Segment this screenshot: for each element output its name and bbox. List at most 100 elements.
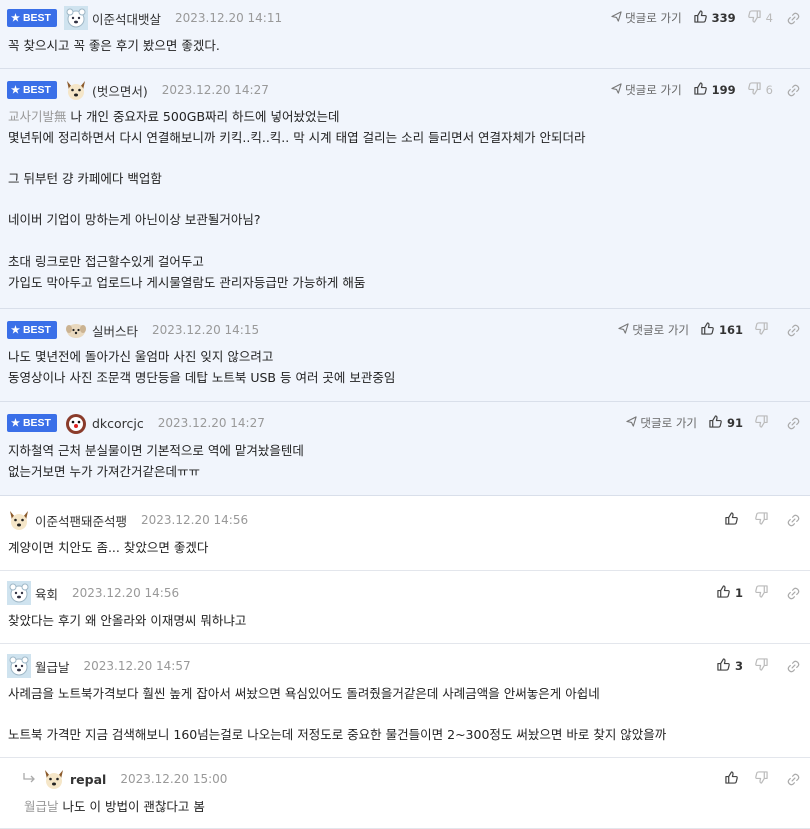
comment-text: 나도 이 방법이 괜찮다고 봄: [62, 799, 205, 814]
upvote-button[interactable]: [725, 771, 743, 787]
comment-item: ★ BEST 이준석대뱃살 2023.12.20 14:11 댓글로 가기 339 4 꼭 찾…: [0, 0, 810, 69]
link-icon[interactable]: [787, 514, 800, 527]
comment-line: 찾았다는 후기 왜 안올라와 이재명씨 뭐하냐고: [8, 611, 246, 632]
go-to-reply-link[interactable]: 댓글로 가기: [611, 82, 682, 98]
thumbs-down-icon: [747, 10, 766, 26]
downvote-count: 6: [765, 83, 773, 97]
go-to-reply-label: 댓글로 가기: [640, 416, 697, 430]
best-badge: ★ BEST: [7, 9, 57, 27]
link-icon[interactable]: [787, 324, 800, 337]
author-nickname[interactable]: repal: [70, 772, 106, 787]
comment-actions: 1: [717, 583, 800, 603]
comment-line: 사례금을 노트북가격보다 훨씬 높게 잡아서 써놨으면 욕심있어도 돌려줬을거같…: [8, 684, 666, 705]
downvote-button[interactable]: 6: [747, 82, 773, 98]
go-to-reply-link[interactable]: 댓글로 가기: [626, 415, 697, 431]
comment-date: 2023.12.20 15:00: [120, 772, 228, 786]
go-to-reply-link[interactable]: 댓글로 가기: [611, 10, 682, 26]
link-icon[interactable]: [787, 660, 800, 673]
comment-actions: 3: [717, 656, 800, 676]
clown-avatar-icon[interactable]: [64, 411, 88, 435]
comment-line: 그 뒤부턴 걍 카페에다 백업함: [8, 169, 586, 190]
dog-avatar-icon[interactable]: [42, 767, 66, 791]
comment-text: 노트북 가격만 지금 검색해보니 160넘는걸로 나오는데 저정도로 중요한 물…: [8, 727, 667, 743]
best-badge: ★ BEST: [7, 81, 57, 99]
thumbs-down-icon: [755, 585, 773, 601]
author-nickname[interactable]: 실버스타: [92, 321, 138, 340]
dog-avatar-icon[interactable]: [7, 508, 31, 532]
comment-date: 2023.12.20 14:27: [161, 83, 269, 97]
comment-body: 찾았다는 후기 왜 안올라와 이재명씨 뭐하냐고: [8, 611, 246, 632]
comment-date: 2023.12.20 14:15: [152, 323, 260, 337]
author-nickname[interactable]: 육회: [35, 584, 58, 603]
thumbs-up-icon: [709, 415, 727, 431]
thumbs-down-icon: [747, 82, 766, 98]
comment-text: 나도 몇년전에 돌아가신 울엄마 사진 잊지 않으려고: [8, 349, 274, 364]
dog-avatar-icon[interactable]: [64, 78, 88, 102]
upvote-count: 339: [711, 11, 736, 25]
upvote-button[interactable]: 1: [717, 585, 743, 601]
polar-bear-avatar-icon[interactable]: [63, 6, 88, 30]
downvote-button[interactable]: [755, 512, 773, 528]
thumbs-up-icon: [701, 322, 719, 338]
thumbs-down-icon: [755, 512, 773, 528]
comment-item: ★ BEST 실버스타 2023.12.20 14:15 댓글로 가기 161 나도 몇년전…: [0, 309, 810, 402]
upvote-count: 161: [718, 323, 743, 337]
author-nickname[interactable]: 월급날: [35, 657, 70, 676]
upvote-button[interactable]: 3: [717, 658, 743, 674]
comment-date: 2023.12.20 14:57: [83, 659, 191, 673]
comment-text: 나 개인 중요자료 500GB짜리 하드에 넣어놨었는데: [70, 109, 340, 124]
comment-header: 이준석팬돼준석팽 2023.12.20 14:56: [7, 510, 248, 530]
comment-text: 꼭 찾으시고 꼭 좋은 후기 봤으면 좋겠다.: [8, 38, 220, 53]
comment-line: [8, 231, 586, 252]
link-icon[interactable]: [787, 84, 800, 97]
polar-bear-avatar-icon[interactable]: [7, 581, 31, 605]
upvote-count: 91: [726, 416, 743, 430]
link-icon[interactable]: [787, 417, 800, 430]
downvote-button[interactable]: [755, 585, 773, 601]
downvote-button[interactable]: 4: [747, 10, 773, 26]
author-nickname[interactable]: (벗으면서): [92, 81, 148, 100]
upvote-button[interactable]: 161: [701, 322, 743, 338]
link-icon[interactable]: [787, 773, 800, 786]
author-nickname[interactable]: dkcorcjc: [92, 416, 144, 431]
upvote-button[interactable]: 199: [693, 82, 736, 98]
upvote-count: 199: [711, 83, 736, 97]
upvote-button[interactable]: [725, 512, 743, 528]
upvote-button[interactable]: 339: [693, 10, 736, 26]
mention-nickname[interactable]: 교사기발無: [8, 109, 67, 124]
downvote-button[interactable]: [755, 415, 773, 431]
comment-item: ★ BEST dkcorcjc 2023.12.20 14:27 댓글로 가기 91 지하철…: [0, 402, 810, 496]
comment-line: 나도 몇년전에 돌아가신 울엄마 사진 잊지 않으려고: [8, 347, 395, 368]
link-icon[interactable]: [787, 12, 800, 25]
polar-bear-avatar-icon[interactable]: [7, 654, 31, 678]
send-icon: [626, 416, 640, 430]
downvote-button[interactable]: [755, 658, 773, 674]
comment-actions: [725, 769, 800, 789]
comment-line: 지하철역 근처 분실물이면 기본적으로 역에 맡겨놨을텐데: [8, 441, 304, 462]
comment-body: 사례금을 노트북가격보다 훨씬 높게 잡아서 써놨으면 욕심있어도 돌려줬을거같…: [8, 684, 666, 746]
thumbs-up-icon: [717, 585, 735, 601]
comment-item: 월급날 2023.12.20 14:57 3 사례금을 노트북가격보다 훨씬 높게 잡…: [0, 644, 810, 758]
comment-text: 네이버 기업이 망하는게 아닌이상 보관될거아님?: [8, 212, 261, 228]
upvote-count: 3: [734, 659, 743, 673]
comment-header: 월급날 2023.12.20 14:57: [7, 654, 191, 678]
comment-actions: [725, 510, 800, 530]
upvote-button[interactable]: 91: [709, 415, 743, 431]
comment-header: ★ BEST 이준석대뱃살 2023.12.20 14:11: [7, 6, 283, 30]
downvote-button[interactable]: [755, 771, 773, 787]
author-nickname[interactable]: 이준석대뱃살: [92, 9, 161, 28]
comment-header: 육회 2023.12.20 14:56: [7, 581, 179, 605]
thumbs-up-icon: [693, 82, 712, 98]
mention-nickname[interactable]: 월급날: [24, 799, 59, 814]
star-icon: ★: [11, 324, 20, 336]
comment-item: ★ BEST (벗으면서) 2023.12.20 14:27 댓글로 가기 199 6 교사기…: [0, 69, 810, 309]
downvote-button[interactable]: [755, 322, 773, 338]
puppy-avatar-icon[interactable]: [64, 318, 88, 342]
comment-header: repal 2023.12.20 15:00: [22, 769, 227, 789]
comment-body: 교사기발無 나 개인 중요자료 500GB짜리 하드에 넣어놨었는데 몇년뒤에 정리…: [8, 107, 586, 293]
link-icon[interactable]: [787, 587, 800, 600]
author-nickname[interactable]: 이준석팬돼준석팽: [35, 511, 127, 530]
go-to-reply-link[interactable]: 댓글로 가기: [618, 322, 689, 338]
comment-body: 지하철역 근처 분실물이면 기본적으로 역에 맡겨놨을텐데 없는거보면 누가 가져…: [8, 441, 304, 482]
comment-date: 2023.12.20 14:11: [175, 11, 283, 25]
